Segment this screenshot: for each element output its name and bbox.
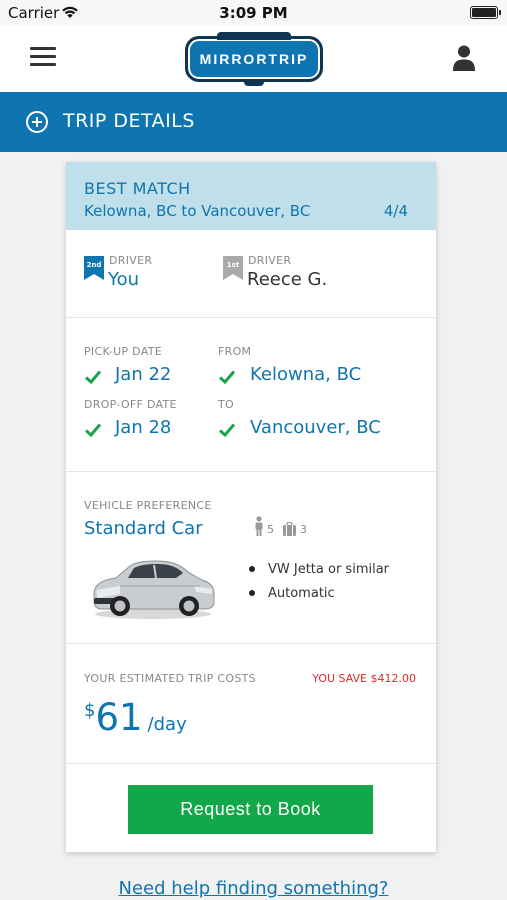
first-driver-badge-icon: 1st bbox=[223, 256, 243, 280]
list-item: Automatic bbox=[249, 586, 389, 601]
dates-section: PICK-UP DATE Jan 22 FROM Kelowna, BC DRO… bbox=[66, 318, 436, 472]
help-link[interactable]: Need help finding something? bbox=[119, 878, 389, 899]
svg-text:2nd: 2nd bbox=[87, 261, 102, 269]
second-driver-badge-icon: 2nd bbox=[84, 256, 104, 280]
mirrortrip-logo[interactable]: MIRRORTRIP bbox=[185, 32, 323, 86]
check-icon bbox=[84, 370, 102, 385]
plus-circle-icon bbox=[26, 111, 48, 133]
drivers-section: 2nd DRIVER You 1st DRIVER Reece G. bbox=[66, 230, 436, 318]
trip-match-card: BEST MATCH Kelowna, BC to Vancouver, BC … bbox=[66, 162, 436, 852]
price-amount: 61 bbox=[95, 696, 143, 739]
check-icon bbox=[84, 423, 102, 438]
best-match-title: BEST MATCH bbox=[84, 179, 191, 198]
feature-text: Automatic bbox=[268, 586, 335, 601]
luggage-icon bbox=[283, 522, 296, 536]
passenger-count: 5 bbox=[267, 523, 274, 536]
driver-name: You bbox=[108, 269, 140, 290]
logo-text: MIRRORTRIP bbox=[199, 51, 309, 67]
pickup-date-value: Jan 22 bbox=[115, 364, 172, 385]
dropoff-date-value: Jan 28 bbox=[115, 417, 172, 438]
vehicle-preference-label: VEHICLE PREFERENCE bbox=[84, 499, 212, 512]
help-section: Need help finding something? bbox=[0, 878, 507, 899]
feature-text: VW Jetta or similar bbox=[268, 562, 390, 577]
vehicle-type: Standard Car bbox=[84, 518, 203, 539]
request-to-book-button[interactable]: Request to Book bbox=[128, 785, 373, 834]
vehicle-features-list: VW Jetta or similar Automatic bbox=[249, 562, 389, 610]
trip-details-label: TRIP DETAILS bbox=[63, 110, 195, 132]
svg-text:1st: 1st bbox=[227, 261, 240, 269]
clock: 3:09 PM bbox=[219, 4, 288, 22]
list-item: VW Jetta or similar bbox=[249, 562, 389, 577]
currency-symbol: $ bbox=[84, 700, 96, 721]
from-value: Kelowna, BC bbox=[250, 364, 362, 385]
from-label: FROM bbox=[218, 345, 252, 358]
driver-label: DRIVER bbox=[109, 254, 153, 267]
driver-name: Reece G. bbox=[247, 269, 328, 290]
costs-section: YOUR ESTIMATED TRIP COSTS YOU SAVE $412.… bbox=[66, 644, 436, 764]
price-unit: /day bbox=[147, 714, 187, 735]
check-icon bbox=[218, 423, 236, 438]
best-match-header: BEST MATCH Kelowna, BC to Vancouver, BC … bbox=[66, 162, 436, 230]
to-label: TO bbox=[218, 398, 234, 411]
driver-label: DRIVER bbox=[248, 254, 292, 267]
vehicle-capacity: 5 3 bbox=[254, 516, 307, 536]
hamburger-menu-icon[interactable] bbox=[30, 47, 56, 69]
dropoff-date-label: DROP-OFF DATE bbox=[84, 398, 177, 411]
estimated-costs-label: YOUR ESTIMATED TRIP COSTS bbox=[84, 672, 256, 685]
user-profile-icon[interactable] bbox=[452, 44, 476, 72]
luggage-count: 3 bbox=[300, 523, 307, 536]
check-icon bbox=[218, 370, 236, 385]
app-header: MIRRORTRIP bbox=[0, 26, 507, 92]
passenger-icon bbox=[255, 516, 263, 536]
battery-icon bbox=[470, 6, 501, 19]
car-image bbox=[93, 560, 215, 619]
to-value: Vancouver, BC bbox=[250, 417, 381, 438]
price-per-day: $61/day bbox=[84, 696, 187, 739]
pickup-date-label: PICK-UP DATE bbox=[84, 345, 162, 358]
trip-details-bar[interactable]: TRIP DETAILS bbox=[0, 92, 507, 152]
status-bar: Carrier 3:09 PM bbox=[0, 0, 507, 26]
match-count: 4/4 bbox=[383, 202, 408, 220]
savings-badge: YOU SAVE $412.00 bbox=[312, 672, 416, 685]
vehicle-section: VEHICLE PREFERENCE Standard Car 5 3 VW J… bbox=[66, 472, 436, 644]
match-route: Kelowna, BC to Vancouver, BC bbox=[84, 202, 311, 220]
